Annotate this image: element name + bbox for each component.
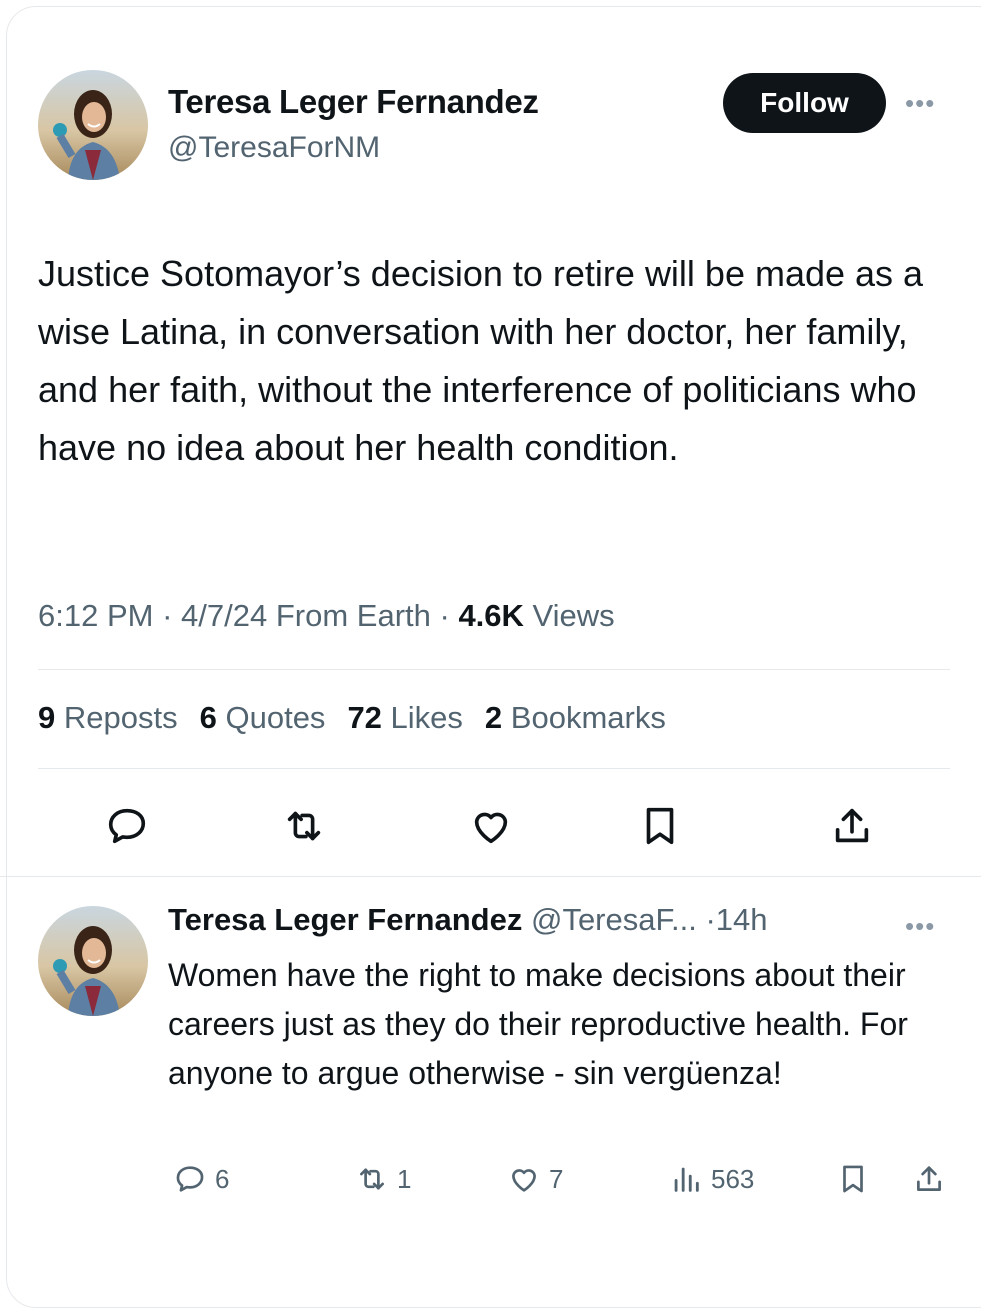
avatar-photo	[38, 906, 148, 1016]
meta-separator: ·	[162, 598, 182, 633]
reply-handle[interactable]: @TeresaF...	[531, 902, 697, 937]
reposts-count: 9	[38, 700, 56, 735]
reply-like-button[interactable]: 7	[507, 1162, 563, 1196]
share-icon[interactable]	[829, 803, 875, 849]
meta-separator: ·	[696, 902, 716, 937]
divider	[0, 876, 981, 877]
views-icon	[674, 1167, 699, 1192]
repost-icon	[360, 1168, 384, 1190]
repost-count: 1	[397, 1163, 412, 1194]
tweet-date[interactable]: 4/7/24	[181, 598, 267, 633]
divider	[38, 768, 950, 769]
views-label: Views	[532, 598, 615, 633]
like-icon[interactable]	[468, 803, 514, 849]
repost-icon[interactable]	[281, 803, 327, 849]
engagement-stats: 9 Reposts 6 Quotes 72 Likes 2 Bookmarks	[38, 700, 666, 736]
follow-button[interactable]: Follow	[723, 73, 886, 133]
bookmarks-label: Bookmarks	[510, 700, 666, 735]
tweet-source: From Earth	[275, 598, 431, 633]
likes-count: 72	[347, 700, 382, 735]
meta-separator: ·	[439, 598, 459, 633]
quotes-count: 6	[199, 700, 217, 735]
share-icon	[917, 1166, 941, 1191]
quotes-stat[interactable]: 6 Quotes	[200, 700, 326, 736]
tweet-text: Justice Sotomayor’s decision to retire w…	[38, 253, 924, 468]
likes-stat[interactable]: 72 Likes	[347, 700, 462, 736]
bookmarks-count: 2	[484, 700, 503, 735]
reply-age[interactable]: 14h	[716, 902, 768, 937]
tweet-time[interactable]: 6:12 PM	[38, 598, 153, 633]
reply-avatar[interactable]	[38, 906, 148, 1016]
avatar-photo	[38, 70, 148, 180]
like-count: 7	[549, 1163, 564, 1194]
likes-label: Likes	[390, 700, 463, 735]
reply-reply-button[interactable]: 6	[173, 1162, 229, 1196]
more-icon[interactable]: •••	[905, 913, 935, 939]
tweet-card	[6, 6, 981, 1308]
reply-count: 6	[215, 1163, 230, 1194]
tweet-meta: 6:12 PM · 4/7/24 From Earth · 4.6K Views	[38, 598, 615, 634]
divider	[38, 669, 950, 670]
views-count: 4.6K	[458, 598, 524, 633]
reposts-label: Reposts	[63, 700, 178, 735]
bookmark-icon[interactable]	[637, 803, 683, 849]
views-count: 563	[711, 1163, 755, 1194]
author-handle[interactable]: @TeresaForNM	[168, 131, 380, 165]
avatar[interactable]	[38, 70, 148, 180]
bookmark-icon	[843, 1165, 863, 1193]
more-icon[interactable]: •••	[905, 90, 935, 116]
author-name[interactable]: Teresa Leger Fernandez	[168, 83, 539, 121]
reply-header: Teresa Leger Fernandez @TeresaF... ·14h	[168, 902, 768, 938]
reply-views-button[interactable]: 563	[669, 1162, 754, 1196]
reply-repost-button[interactable]: 1	[355, 1162, 411, 1196]
reply-bookmark-button[interactable]	[836, 1162, 870, 1196]
bookmarks-stat[interactable]: 2 Bookmarks	[485, 700, 666, 736]
reply-author-name[interactable]: Teresa Leger Fernandez	[168, 902, 522, 937]
quotes-label: Quotes	[225, 700, 326, 735]
reply-icon	[176, 1166, 204, 1192]
reply-share-button[interactable]	[912, 1162, 946, 1196]
like-icon	[512, 1169, 536, 1192]
reply-icon[interactable]	[104, 803, 150, 849]
reply-text: Women have the right to make decisions a…	[168, 957, 908, 1091]
reposts-stat[interactable]: 9 Reposts	[38, 700, 178, 736]
